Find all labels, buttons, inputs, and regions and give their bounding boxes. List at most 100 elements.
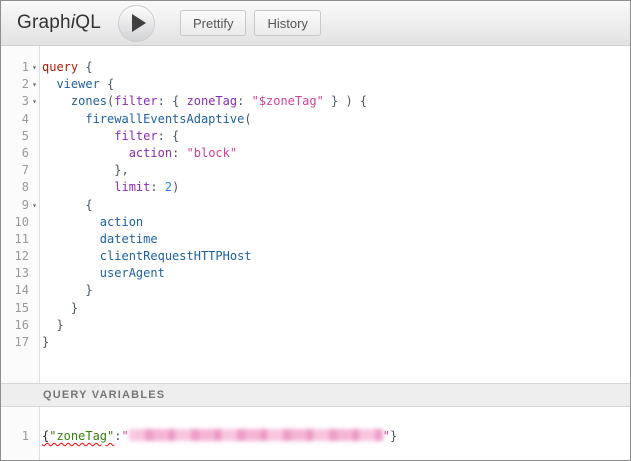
code-token: query [42,60,78,74]
code-line: 11 datetime [1,231,630,248]
code-token [42,129,114,143]
fold-gutter-spacer [29,317,40,334]
code-text[interactable]: action [40,214,143,231]
code-text[interactable]: } [40,300,78,317]
code-line: 8 limit: 2) [1,179,630,196]
code-token: action [100,215,143,229]
code-token [42,112,85,126]
line-number: 1 [1,59,29,76]
query-variables-title: QUERY VARIABLES [43,389,165,401]
code-text[interactable]: {"zoneTag":""} [40,428,397,445]
code-line: 6 action: "block" [1,145,630,162]
graphiql-window: GraphiQL Prettify History 1▾query {2▾ vi… [0,0,631,461]
code-token [42,77,56,91]
code-token: clientRequestHTTPHost [100,249,252,263]
code-text[interactable]: clientRequestHTTPHost [40,248,252,265]
fold-gutter-spacer [29,214,40,231]
code-token: action [129,146,172,160]
toolbar: GraphiQL Prettify History [1,1,630,46]
code-token: zones [71,94,107,108]
code-token: } [71,301,78,315]
code-token: : [114,429,121,443]
code-text[interactable]: { [40,197,93,214]
code-token: " [122,429,129,443]
line-number: 4 [1,111,29,128]
code-token [42,318,56,332]
query-variables-editor[interactable]: 1{"zoneTag":""} [1,407,630,460]
fold-arrow-icon[interactable]: ▾ [29,59,40,76]
fold-arrow-icon[interactable]: ▾ [29,93,40,110]
code-text[interactable]: limit: 2) [40,179,179,196]
code-token [42,198,85,212]
fold-arrow-icon[interactable]: ▾ [29,76,40,93]
line-number: 9 [1,197,29,214]
execute-query-button[interactable] [118,5,155,42]
code-token: firewallEventsAdaptive [85,112,244,126]
code-token: " [383,429,390,443]
line-number: 6 [1,145,29,162]
logo-text: Graph [17,12,71,33]
query-variables-title-bar[interactable]: QUERY VARIABLES [1,383,630,407]
code-line: 10 action [1,214,630,231]
fold-gutter-spacer [29,265,40,282]
code-line: 14 } [1,282,630,299]
line-number: 7 [1,162,29,179]
line-number: 16 [1,317,29,334]
line-number: 15 [1,300,29,317]
code-text[interactable]: filter: { [40,128,179,145]
code-text[interactable]: action: "block" [40,145,237,162]
line-number: 13 [1,265,29,282]
fold-gutter-spacer [29,248,40,265]
code-token: } [56,318,63,332]
fold-gutter-spacer [29,428,40,445]
fold-gutter-spacer [29,145,40,162]
fold-gutter-spacer [29,111,40,128]
code-token: filter [114,94,157,108]
line-number: 3 [1,93,29,110]
history-button[interactable]: History [254,10,320,36]
code-line: 3▾ zones(filter: { zoneTag: "$zoneTag" }… [1,93,630,110]
code-token: "zoneTag" [49,429,114,443]
code-token: "block" [187,146,238,160]
code-token: : { [158,94,187,108]
query-editor[interactable]: 1▾query {2▾ viewer {3▾ zones(filter: { z… [1,46,630,383]
code-token: filter [114,129,157,143]
code-text[interactable]: zones(filter: { zoneTag: "$zoneTag" } ) … [40,93,367,110]
code-text[interactable]: } [40,334,49,351]
code-text[interactable]: } [40,317,64,334]
code-token: } ) { [324,94,367,108]
code-line: 13 userAgent [1,265,630,282]
code-token: : [172,146,186,160]
code-token: viewer [56,77,99,91]
code-token: limit [114,180,150,194]
code-token [42,283,85,297]
code-text[interactable]: userAgent [40,265,165,282]
code-text[interactable]: query { [40,59,93,76]
code-line: 2▾ viewer { [1,76,630,93]
code-token: datetime [100,232,158,246]
code-text[interactable]: } [40,282,93,299]
fold-gutter-spacer [29,334,40,351]
code-token [42,163,114,177]
code-text[interactable]: viewer { [40,76,114,93]
prettify-button[interactable]: Prettify [180,10,246,36]
code-text[interactable]: }, [40,162,129,179]
fold-arrow-icon[interactable]: ▾ [29,197,40,214]
code-token: { [78,60,92,74]
code-token: ( [244,112,251,126]
code-line: 17} [1,334,630,351]
code-text[interactable]: firewallEventsAdaptive( [40,111,252,128]
variables-code-lines: 1{"zoneTag":""} [1,407,630,445]
fold-gutter-spacer [29,231,40,248]
play-icon [132,14,146,32]
line-number: 8 [1,179,29,196]
line-number: 12 [1,248,29,265]
line-number: 1 [1,428,29,445]
code-token: zoneTag [187,94,238,108]
line-number: 14 [1,282,29,299]
fold-gutter-spacer [29,282,40,299]
code-token: "$zoneTag" [252,94,324,108]
code-line: 16 } [1,317,630,334]
code-text[interactable]: datetime [40,231,158,248]
query-code-lines: 1▾query {2▾ viewer {3▾ zones(filter: { z… [1,46,630,351]
